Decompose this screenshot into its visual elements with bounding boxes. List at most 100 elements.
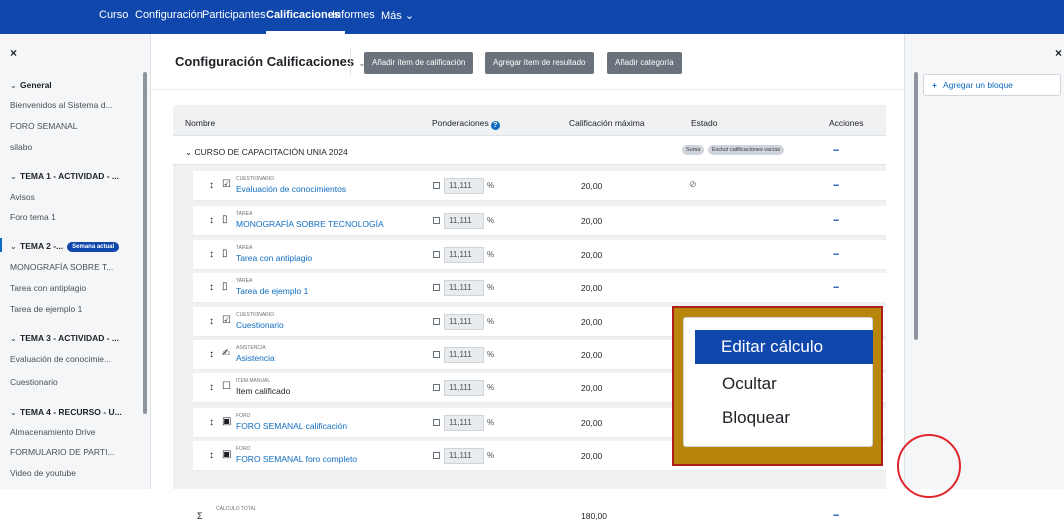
quiz-icon: ☑ — [222, 179, 231, 190]
grade-item-link[interactable]: MONOGRAFÍA SOBRE TECNOLOGÍA — [236, 219, 384, 229]
move-icon[interactable]: ↕ — [209, 282, 214, 293]
hidden-eye-icon: ⊘ — [689, 179, 697, 189]
section-general[interactable]: ⌄ General — [10, 80, 52, 90]
menu-hide[interactable]: Ocultar — [696, 367, 872, 401]
item-actions-menu[interactable]: ... — [833, 213, 839, 224]
grade-item-link[interactable]: Evaluación de conocimientos — [236, 184, 346, 194]
weight-input[interactable]: 11,111 — [444, 347, 484, 363]
add-grade-item-button[interactable]: Añadir ítem de calificación — [364, 52, 474, 74]
section-tema-4[interactable]: ⌄ TEMA 4 - RECURSO - U... — [10, 407, 122, 417]
section-tema-3[interactable]: ⌄ TEMA 3 - ACTIVIDAD - ... — [10, 333, 119, 343]
weight-input[interactable]: 11,111 — [444, 178, 484, 194]
item-actions-menu[interactable]: ... — [833, 178, 839, 189]
chevron-down-icon[interactable]: ⌄ — [10, 334, 20, 343]
top-navigation: Curso Configuración Participantes Califi… — [0, 0, 1064, 34]
course-index-scrollbar[interactable] — [143, 72, 147, 414]
weight-override-checkbox[interactable] — [433, 452, 440, 459]
weight-input[interactable]: 11,111 — [444, 415, 484, 431]
index-item[interactable]: Tarea de ejemplo 1 — [10, 304, 82, 314]
move-icon[interactable]: ↕ — [209, 180, 214, 191]
menu-lock[interactable]: Bloquear — [696, 401, 872, 435]
weight-override-checkbox[interactable] — [433, 251, 440, 258]
add-outcome-item-button[interactable]: Agregar ítem de resultado — [485, 52, 594, 74]
grade-item-link[interactable]: Tarea con antiplagio — [236, 253, 312, 263]
move-icon[interactable]: ↕ — [209, 349, 214, 360]
index-item[interactable]: FORO SEMANAL — [10, 121, 78, 131]
exclude-empty-badge: Excluir calificaciones vacías — [708, 145, 785, 155]
section-tema-1[interactable]: ⌄ TEMA 1 - ACTIVIDAD - ... — [10, 171, 119, 181]
nav-configuracion[interactable]: Configuración — [135, 9, 203, 21]
grade-item-row: ↕ ▯ TAREA Tarea de ejemplo 1 11,111 % 20… — [193, 273, 886, 303]
item-actions-menu[interactable]: ... — [833, 280, 839, 291]
chevron-down-icon[interactable]: ⌄ — [10, 408, 20, 417]
quiz-icon: ☑ — [222, 315, 231, 326]
weight-override-checkbox[interactable] — [433, 318, 440, 325]
weight-override-checkbox[interactable] — [433, 351, 440, 358]
index-item[interactable]: FORMULARIO DE PARTI... — [10, 447, 115, 457]
max-grade-value: 20,00 — [581, 383, 603, 393]
weight-input[interactable]: 11,111 — [444, 314, 484, 330]
index-item[interactable]: Evaluación de conocimie... — [10, 354, 111, 364]
max-grade-value: 20,00 — [581, 418, 603, 428]
category-name[interactable]: ⌄ CURSO DE CAPACITACIÓN UNIA 2024 — [185, 147, 348, 158]
move-icon[interactable]: ↕ — [209, 417, 214, 428]
item-actions-menu[interactable]: ... — [833, 247, 839, 258]
weight-override-checkbox[interactable] — [433, 419, 440, 426]
block-drawer-scrollbar[interactable] — [914, 72, 918, 340]
weight-input[interactable]: 11,111 — [444, 448, 484, 464]
table-header: Nombre Ponderaciones? Calificación máxim… — [173, 105, 886, 135]
chevron-down-icon[interactable]: ⌄ — [10, 242, 20, 251]
index-item[interactable]: Foro tema 1 — [10, 212, 56, 222]
index-item[interactable]: Cuestionario — [10, 377, 58, 387]
nav-curso[interactable]: Curso — [99, 9, 128, 21]
move-icon[interactable]: ↕ — [209, 215, 214, 226]
section-tema-2[interactable]: ⌄ TEMA 2 -... Semana actual — [10, 241, 120, 252]
weight-input[interactable]: 11,111 — [444, 213, 484, 229]
manual-item-icon: ☐ — [222, 381, 231, 392]
help-icon[interactable]: ? — [490, 121, 500, 130]
move-icon[interactable]: ↕ — [209, 249, 214, 260]
menu-edit-calculation[interactable]: Editar cálculo — [695, 330, 873, 364]
close-course-index-icon[interactable]: × — [10, 46, 17, 60]
nav-informes[interactable]: Informes — [332, 9, 375, 21]
weight-override-checkbox[interactable] — [433, 384, 440, 391]
close-block-drawer-icon[interactable]: × — [1055, 46, 1062, 60]
add-category-button[interactable]: Añadir categoría — [607, 52, 682, 74]
chevron-down-icon[interactable]: ⌄ — [10, 81, 20, 90]
nav-calificaciones[interactable]: Calificaciones — [266, 9, 340, 21]
weight-override-checkbox[interactable] — [433, 182, 440, 189]
weight-override-checkbox[interactable] — [433, 284, 440, 291]
weight-input[interactable]: 11,111 — [444, 280, 484, 296]
weight-input[interactable]: 11,111 — [444, 247, 484, 263]
grade-item-link[interactable]: Tarea de ejemplo 1 — [236, 286, 308, 296]
move-icon[interactable]: ↕ — [209, 450, 214, 461]
add-block-button[interactable]: + Agregar un bloque — [923, 74, 1061, 96]
page-title-dropdown[interactable]: Configuración Calificaciones ⌄ — [175, 54, 366, 69]
assignment-icon: ▯ — [222, 214, 228, 225]
index-item[interactable]: Avisos — [10, 192, 35, 202]
move-icon[interactable]: ↕ — [209, 316, 214, 327]
nav-mas-dropdown[interactable]: Más ⌄ — [381, 9, 414, 22]
total-actions-menu[interactable]: ... — [833, 508, 839, 519]
plus-icon: + — [932, 80, 937, 90]
index-item[interactable]: Bienvenidos al Sistema d... — [10, 100, 113, 110]
percent-sign: % — [487, 418, 495, 427]
index-item[interactable]: silabo — [10, 142, 32, 152]
item-type-label: CUESTIONARIO — [236, 176, 275, 182]
weight-override-checkbox[interactable] — [433, 217, 440, 224]
category-actions-menu[interactable]: ... — [833, 143, 839, 154]
index-item[interactable]: Tarea con antiplagio — [10, 283, 86, 293]
grade-item-link[interactable]: Asistencia — [236, 353, 275, 363]
nav-participantes[interactable]: Participantes — [202, 9, 266, 21]
grade-item-link[interactable]: FORO SEMANAL foro completo — [236, 454, 357, 464]
grade-item-link[interactable]: Cuestionario — [236, 320, 284, 330]
index-item[interactable]: MONOGRAFÍA SOBRE T... — [10, 262, 113, 272]
index-item[interactable]: Video de youtube — [10, 468, 76, 478]
move-icon[interactable]: ↕ — [209, 382, 214, 393]
percent-sign: % — [487, 250, 495, 259]
index-item[interactable]: Almacenamiento Drive — [10, 427, 96, 437]
weight-input[interactable]: 11,111 — [444, 380, 484, 396]
chevron-down-icon[interactable]: ⌄ — [10, 172, 20, 181]
grade-item-link[interactable]: FORO SEMANAL calificación — [236, 421, 347, 431]
max-grade-value: 20,00 — [581, 181, 603, 191]
